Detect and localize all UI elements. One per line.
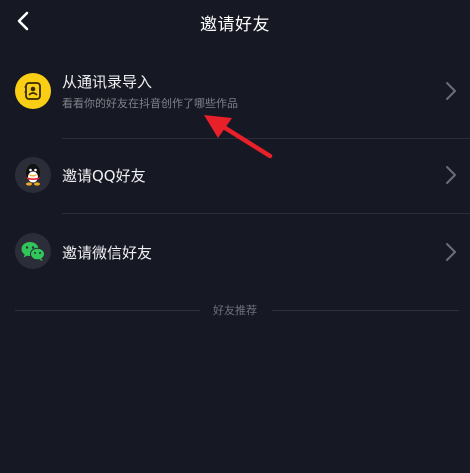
chevron-right-icon <box>446 82 456 100</box>
import-contacts-sublabel: 看看你的好友在抖音创作了哪些作品 <box>62 97 238 110</box>
chevron-right-icon <box>446 243 456 261</box>
invite-wechat-label: 邀请微信好友 <box>62 244 153 262</box>
invite-qq-label: 邀请QQ好友 <box>62 167 146 185</box>
chevron-right-icon <box>446 166 456 184</box>
import-contacts-label: 从通讯录导入 <box>62 73 153 91</box>
divider <box>62 213 470 214</box>
page-title: 邀请好友 <box>200 15 270 35</box>
qq-penguin-icon <box>15 157 51 193</box>
red-arrow-icon <box>204 115 273 159</box>
wechat-icon <box>15 233 51 269</box>
header: 邀请好友 <box>0 0 470 44</box>
invite-wechat-row[interactable]: 邀请微信好友 <box>0 222 470 282</box>
contacts-icon <box>15 73 51 109</box>
recommend-line-right <box>272 310 459 311</box>
